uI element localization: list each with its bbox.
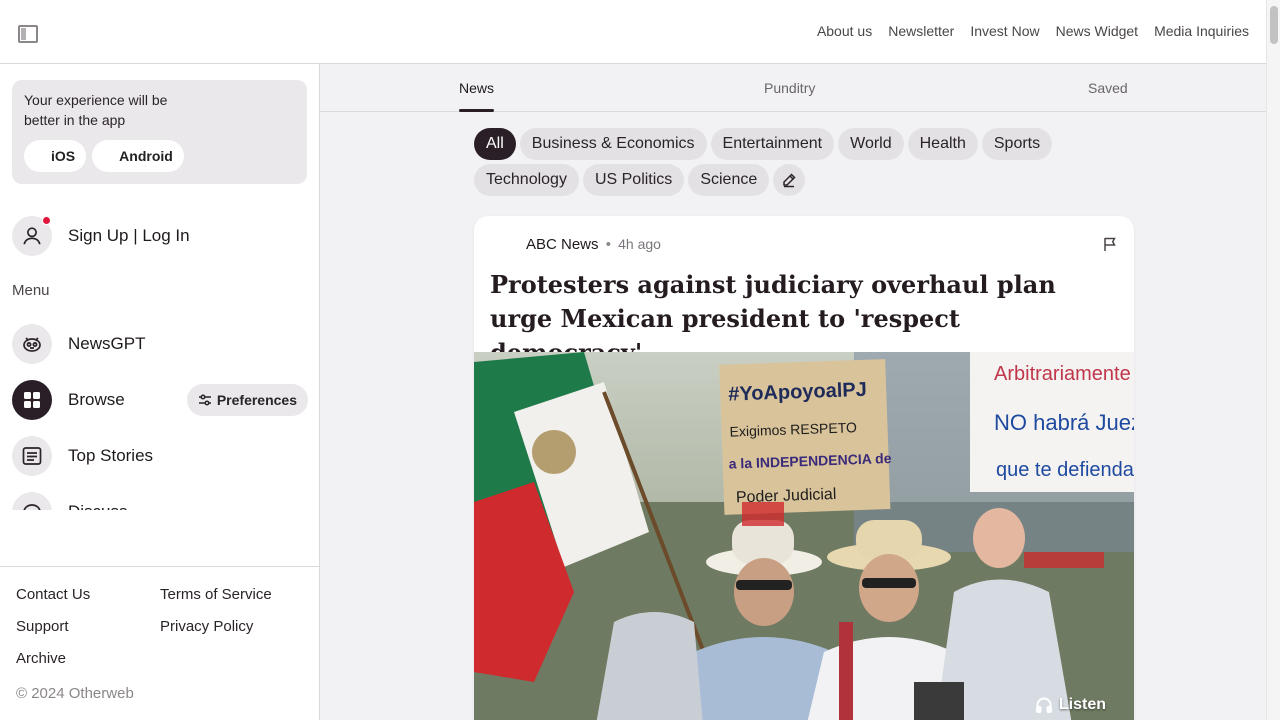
edit-categories-button[interactable] [773,164,806,196]
sidebar-toggle-icon[interactable] [18,25,38,43]
android-app-label: Android [119,148,173,164]
menu-item-label: Top Stories [68,446,154,465]
menu-item-top-stories[interactable]: Top Stories [12,428,308,484]
category-chip-all[interactable]: All [474,128,516,160]
protest-photo: #YoApoyoalPJ Exigimos RESPETO a la INDEP… [474,352,1134,720]
pencil-icon [783,173,796,188]
sign-in-button[interactable]: Sign Up | Log In [12,216,190,256]
feed-tabs: News Punditry Saved [320,64,1266,112]
menu-item-label: NewsGPT [68,334,146,353]
sign2-line2: NO habrá Juez [994,410,1134,435]
tab-punditry[interactable]: Punditry [764,80,815,96]
menu-item-newsgpt[interactable]: NewsGPT [12,316,308,372]
menu-heading: Menu [12,282,50,299]
app-promo-banner: Your experience will be better in the ap… [12,80,307,184]
nav-about-us[interactable]: About us [817,23,872,39]
preferences-button[interactable]: Preferences [186,384,308,416]
list-icon [12,436,52,476]
tab-saved[interactable]: Saved [1088,80,1128,96]
article-time: 4h ago [618,236,661,252]
app-promo-text: Your experience will be better in the ap… [24,92,168,128]
sign-in-label: Sign Up | Log In [68,226,190,245]
top-bar: About us Newsletter Invest Now News Widg… [0,0,1266,64]
footer-contact-us[interactable]: Contact Us [16,585,160,605]
menu-item-browse[interactable]: Browse Preferences [12,372,308,428]
menu-item-label: Browse [68,390,125,409]
meta-separator: • [605,236,611,253]
category-chip-world[interactable]: World [838,128,904,160]
copyright: © 2024 Otherweb [16,685,134,702]
category-chip-us-politics[interactable]: US Politics [582,164,685,196]
preferences-label: Preferences [216,392,297,408]
page-scrollbar[interactable] [1266,0,1280,720]
sidebar: Your experience will be better in the ap… [0,64,320,720]
nav-news-widget[interactable]: News Widget [1056,23,1138,39]
menu-list: NewsGPT Browse Preferences Top Stories D… [12,316,308,510]
scrollbar-thumb[interactable] [1270,6,1278,44]
top-nav: About us Newsletter Invest Now News Widg… [817,23,1249,39]
ios-app-button[interactable]: iOS [24,140,86,172]
article-meta: ABC News • 4h ago [526,236,661,253]
category-chip-sports[interactable]: Sports [981,128,1053,160]
tab-news[interactable]: News [459,80,495,112]
android-app-button[interactable]: Android [92,140,184,172]
grid-icon [12,380,52,420]
footer-terms-of-service[interactable]: Terms of Service [160,585,300,605]
headphones-icon [1035,697,1052,713]
category-chip-entertainment[interactable]: Entertainment [710,128,835,160]
footer-privacy-policy[interactable]: Privacy Policy [160,617,300,637]
category-chip-science[interactable]: Science [688,164,770,196]
menu-item-discuss[interactable]: Discuss [12,484,308,510]
category-chip-health[interactable]: Health [907,128,978,160]
sign2-line3: que te defienda [996,459,1134,481]
menu-item-label: Discuss [68,502,128,510]
category-filters: All Business & Economics Entertainment W… [474,128,1094,196]
sidebar-footer: Contact Us Terms of Service Support Priv… [0,566,319,702]
notification-dot [42,216,51,225]
sign2-line1: Arbitrariamente [994,363,1131,385]
user-icon [12,216,52,256]
listen-button[interactable]: Listen [1035,696,1106,714]
category-chip-technology[interactable]: Technology [474,164,579,196]
article-source[interactable]: ABC News [526,236,599,253]
footer-support[interactable]: Support [16,617,160,637]
article-image[interactable]: #YoApoyoalPJ Exigimos RESPETO a la INDEP… [474,352,1134,720]
nav-media-inquiries[interactable]: Media Inquiries [1154,23,1249,39]
nav-newsletter[interactable]: Newsletter [888,23,954,39]
ios-app-label: iOS [50,148,76,164]
nav-invest-now[interactable]: Invest Now [970,23,1039,39]
robot-icon [12,324,52,364]
category-chip-business[interactable]: Business & Economics [519,128,707,160]
chat-icon [12,492,52,510]
footer-archive[interactable]: Archive [16,649,160,669]
article-card[interactable]: ABC News • 4h ago Protesters against jud… [474,216,1134,720]
sliders-icon [198,394,211,406]
listen-label: Listen [1058,696,1106,713]
flag-icon[interactable] [1102,236,1118,257]
